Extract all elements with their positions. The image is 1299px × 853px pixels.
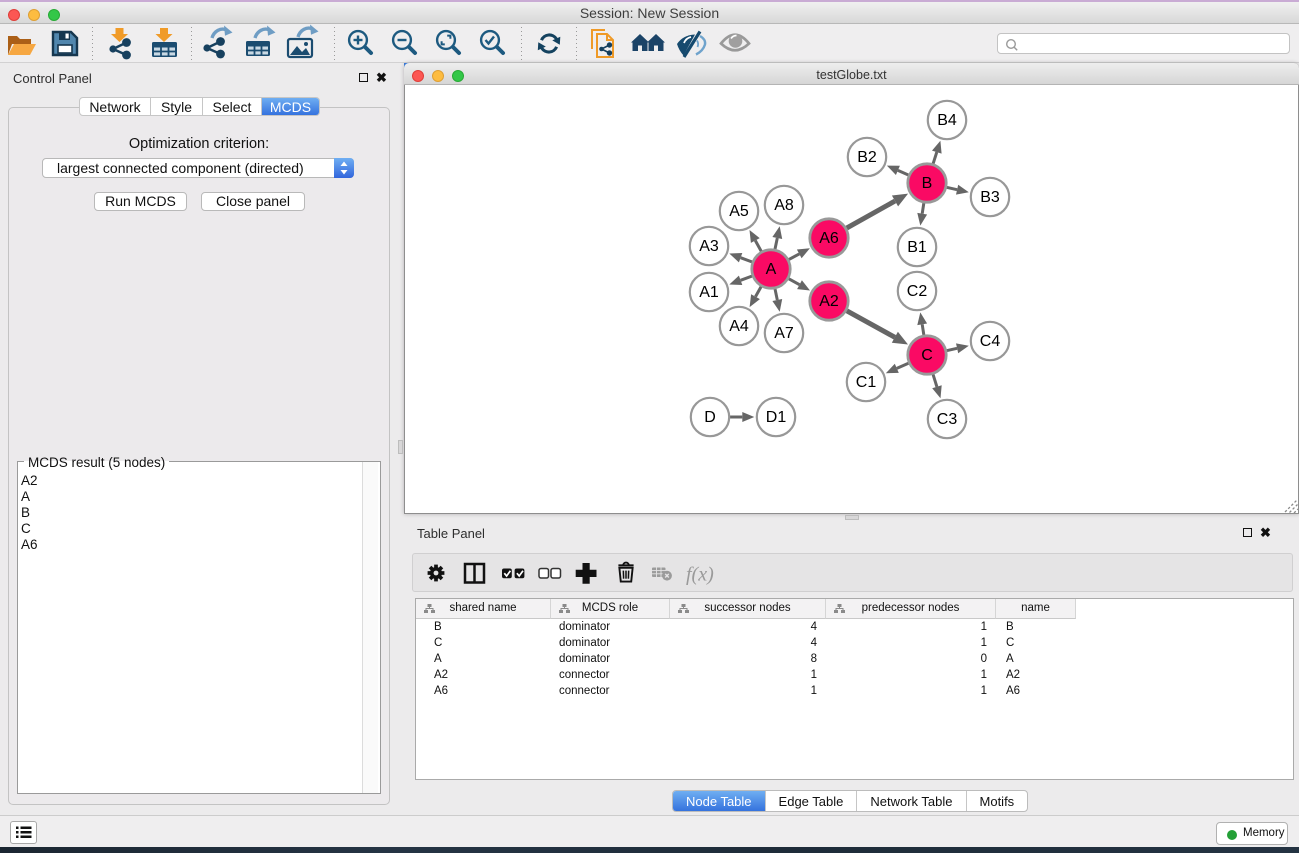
- svg-text:B1: B1: [907, 239, 927, 256]
- svg-text:D1: D1: [766, 409, 787, 426]
- svg-text:C2: C2: [907, 283, 928, 300]
- svg-text:A5: A5: [729, 203, 749, 220]
- svg-text:A6: A6: [819, 230, 839, 247]
- svg-text:A1: A1: [699, 284, 719, 301]
- svg-text:B2: B2: [857, 149, 877, 166]
- svg-text:A: A: [766, 261, 777, 278]
- svg-text:A3: A3: [699, 238, 719, 255]
- svg-text:A7: A7: [774, 325, 794, 342]
- svg-text:A4: A4: [729, 318, 749, 335]
- svg-text:C4: C4: [980, 333, 1001, 350]
- svg-text:C1: C1: [856, 374, 877, 391]
- svg-text:C3: C3: [937, 411, 958, 428]
- svg-text:B4: B4: [937, 112, 957, 129]
- svg-text:C: C: [921, 347, 933, 364]
- svg-text:A2: A2: [819, 293, 839, 310]
- svg-text:D: D: [704, 409, 716, 426]
- svg-text:B: B: [922, 175, 933, 192]
- svg-text:A8: A8: [774, 197, 794, 214]
- svg-text:f(x): f(x): [686, 564, 714, 586]
- svg-text:B3: B3: [980, 189, 1000, 206]
